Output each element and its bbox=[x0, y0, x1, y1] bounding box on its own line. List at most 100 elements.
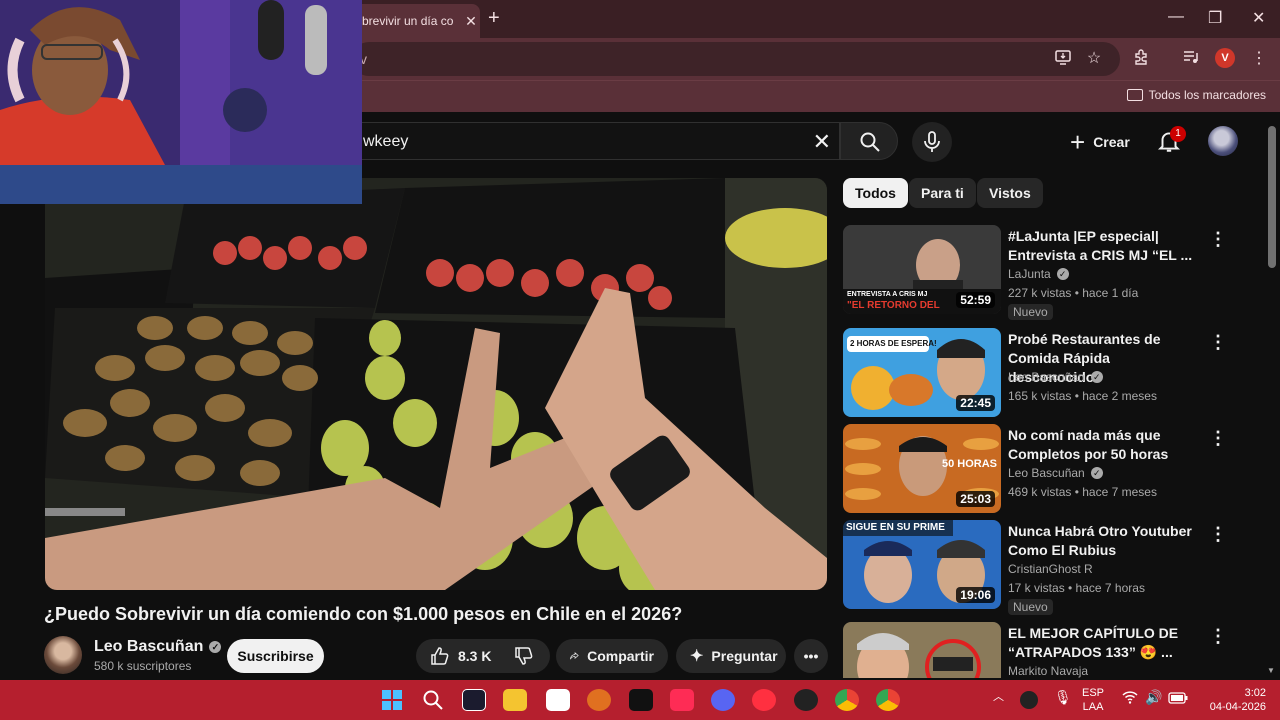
recommendation-channel[interactable]: Leo Bascuñan ✓ bbox=[1008, 370, 1103, 384]
recommendation-channel[interactable]: Markito Navaja bbox=[1008, 664, 1088, 678]
clock[interactable]: 3:02 04-04-2026 bbox=[1200, 686, 1266, 714]
recommendation-item[interactable]: 50 HORAS 25:03 No comí nada más que Comp… bbox=[843, 424, 1263, 514]
chip-vistos[interactable]: Vistos bbox=[977, 178, 1043, 208]
recommendation-title[interactable]: Nunca Habrá Otro Youtuber Como El Rubius bbox=[1008, 522, 1198, 560]
battery-icon[interactable] bbox=[1168, 692, 1188, 708]
new-tab-icon[interactable]: + bbox=[488, 8, 500, 28]
recommendation-item[interactable]: SIGUE EN SU PRIME 19:06 Nunca Habrá Otro… bbox=[843, 520, 1263, 615]
ask-label: Preguntar bbox=[711, 648, 778, 664]
taskbar-search-icon[interactable] bbox=[422, 689, 446, 711]
recommendation-title[interactable]: EL MEJOR CAPÍTULO DE “ATRAPADOS 133” 😍 .… bbox=[1008, 624, 1198, 662]
volume-icon[interactable]: 🔊 bbox=[1145, 690, 1162, 704]
recommendation-thumbnail[interactable]: SIGUE EN SU PRIME 19:06 bbox=[843, 520, 1001, 609]
recommendation-thumbnail[interactable] bbox=[843, 622, 1001, 678]
obs-studio-icon[interactable] bbox=[794, 689, 818, 711]
voice-search-button[interactable] bbox=[912, 122, 952, 162]
install-app-icon[interactable] bbox=[1052, 48, 1074, 70]
file-explorer-icon[interactable] bbox=[503, 689, 527, 711]
more-options-icon[interactable]: ⋮ bbox=[1209, 229, 1227, 250]
webcam-image bbox=[0, 0, 362, 204]
close-tab-icon[interactable]: ✕ bbox=[462, 13, 480, 30]
bookmark-star-icon[interactable]: ☆ bbox=[1083, 48, 1105, 70]
vegas-icon[interactable] bbox=[629, 689, 653, 711]
wifi-icon[interactable] bbox=[1122, 690, 1138, 706]
search-button[interactable] bbox=[840, 122, 898, 160]
capcut-icon[interactable] bbox=[546, 689, 570, 711]
video-player[interactable] bbox=[45, 178, 827, 590]
obs-tray-icon[interactable] bbox=[1020, 691, 1038, 709]
browser-tab[interactable]: brevivir un día co ✕ bbox=[352, 4, 480, 38]
verified-icon: ✓ bbox=[1056, 268, 1069, 280]
recommendation-item[interactable]: 2 HORAS DE ESPERA! 22:45 Probé Restauran… bbox=[843, 328, 1263, 418]
clear-search-icon[interactable]: ✕ bbox=[813, 129, 831, 155]
minimize-icon[interactable]: — bbox=[1168, 8, 1184, 26]
video-duration: 19:06 bbox=[956, 587, 995, 603]
chip-para-ti[interactable]: Para ti bbox=[909, 178, 976, 208]
show-hidden-icons-icon[interactable]: ︿ bbox=[993, 690, 1004, 704]
more-options-icon[interactable]: ⋮ bbox=[1209, 524, 1227, 545]
recommendation-item[interactable]: ENTREVISTA A CRIS MJ "EL RETORNO DEL 52:… bbox=[843, 225, 1263, 320]
more-options-icon[interactable]: ⋮ bbox=[1209, 428, 1227, 449]
recommendation-thumbnail[interactable]: ENTREVISTA A CRIS MJ "EL RETORNO DEL 52:… bbox=[843, 225, 1001, 314]
more-options-icon[interactable]: ⋮ bbox=[1209, 626, 1227, 647]
scroll-down-arrow-icon[interactable]: ▼ bbox=[1267, 666, 1275, 675]
search-value: wkeey bbox=[363, 133, 409, 150]
browser-profile-avatar[interactable]: V bbox=[1215, 48, 1235, 68]
address-bar[interactable]: v bbox=[352, 42, 1120, 76]
channel-avatar[interactable] bbox=[44, 636, 82, 674]
fl-studio-icon[interactable] bbox=[587, 689, 611, 711]
chrome-active-icon[interactable] bbox=[876, 689, 900, 711]
subscribe-button[interactable]: Suscribirse bbox=[227, 639, 324, 673]
discord-icon[interactable] bbox=[711, 689, 735, 711]
media-control-icon[interactable] bbox=[1180, 48, 1202, 70]
ask-button[interactable]: ✦ Preguntar bbox=[676, 639, 786, 673]
recommendation-channel-name: LaJunta bbox=[1008, 267, 1051, 281]
video-duration: 25:03 bbox=[956, 491, 995, 507]
close-window-icon[interactable]: ✕ bbox=[1252, 8, 1265, 28]
recommendation-meta: 469 k vistas • hace 7 meses bbox=[1008, 485, 1157, 499]
create-button[interactable]: + Crear bbox=[1062, 124, 1138, 160]
search-input[interactable]: wkeey ✕ bbox=[340, 122, 840, 160]
recommendation-meta: 165 k vistas • hace 2 meses bbox=[1008, 389, 1157, 403]
verified-icon: ✓ bbox=[209, 641, 222, 653]
recommendation-title[interactable]: #LaJunta |EP especial| Entrevista a CRIS… bbox=[1008, 227, 1198, 265]
thumbnail-image bbox=[843, 622, 1001, 678]
screen: brevivir un día co ✕ + — ❐ ✕ v ☆ ⋮ V Tod… bbox=[0, 0, 1280, 720]
youtube-account-avatar[interactable] bbox=[1208, 126, 1238, 156]
dislike-button[interactable] bbox=[500, 639, 550, 673]
all-bookmarks-label: Todos los marcadores bbox=[1148, 88, 1266, 102]
music-player-icon[interactable] bbox=[752, 689, 776, 711]
chrome-icon[interactable] bbox=[835, 689, 859, 711]
more-options-icon[interactable]: ⋮ bbox=[1209, 332, 1227, 353]
thumbs-down-icon bbox=[515, 647, 533, 665]
language-indicator[interactable]: ESP LAA bbox=[1082, 686, 1104, 714]
microphone-tray-icon[interactable]: 🎙 bbox=[1054, 690, 1072, 704]
channel-name-link[interactable]: Leo Bascuñan ✓ bbox=[94, 638, 222, 656]
browser-menu-icon[interactable]: ⋮ bbox=[1248, 48, 1270, 70]
chip-todos[interactable]: Todos bbox=[843, 178, 908, 208]
recommendation-thumbnail[interactable]: 2 HORAS DE ESPERA! 22:45 bbox=[843, 328, 1001, 417]
maximize-icon[interactable]: ❐ bbox=[1208, 8, 1222, 28]
recommendation-channel[interactable]: LaJunta ✓ bbox=[1008, 267, 1069, 281]
scrollbar-thumb[interactable] bbox=[1268, 126, 1276, 268]
thumbnail-caption: SIGUE EN SU PRIME bbox=[846, 522, 945, 533]
thumbnail-caption-2: "EL RETORNO DEL bbox=[847, 300, 940, 311]
new-badge: Nuevo bbox=[1008, 304, 1053, 320]
webcam-overlay bbox=[0, 0, 362, 204]
like-count: 8.3 K bbox=[458, 648, 492, 664]
share-icon bbox=[570, 652, 579, 660]
recommendation-channel-name: CristianGhost R bbox=[1008, 562, 1093, 576]
more-actions-button[interactable]: ••• bbox=[794, 639, 828, 673]
all-bookmarks-button[interactable]: Todos los marcadores bbox=[1126, 88, 1266, 102]
recommendation-channel[interactable]: Leo Bascuñan ✓ bbox=[1008, 466, 1103, 480]
windows-start-icon[interactable] bbox=[381, 689, 405, 711]
share-button[interactable]: Compartir bbox=[556, 639, 668, 673]
recommendation-channel[interactable]: CristianGhost R bbox=[1008, 562, 1093, 576]
recommendation-title[interactable]: No comí nada más que Completos por 50 ho… bbox=[1008, 426, 1198, 464]
channel-name: Leo Bascuñan bbox=[94, 638, 204, 655]
tiktok-icon[interactable] bbox=[670, 689, 694, 711]
recommendation-item[interactable]: EL MEJOR CAPÍTULO DE “ATRAPADOS 133” 😍 .… bbox=[843, 622, 1263, 678]
extensions-icon[interactable] bbox=[1130, 48, 1152, 70]
recommendation-thumbnail[interactable]: 50 HORAS 25:03 bbox=[843, 424, 1001, 513]
davinci-resolve-icon[interactable] bbox=[462, 689, 486, 711]
